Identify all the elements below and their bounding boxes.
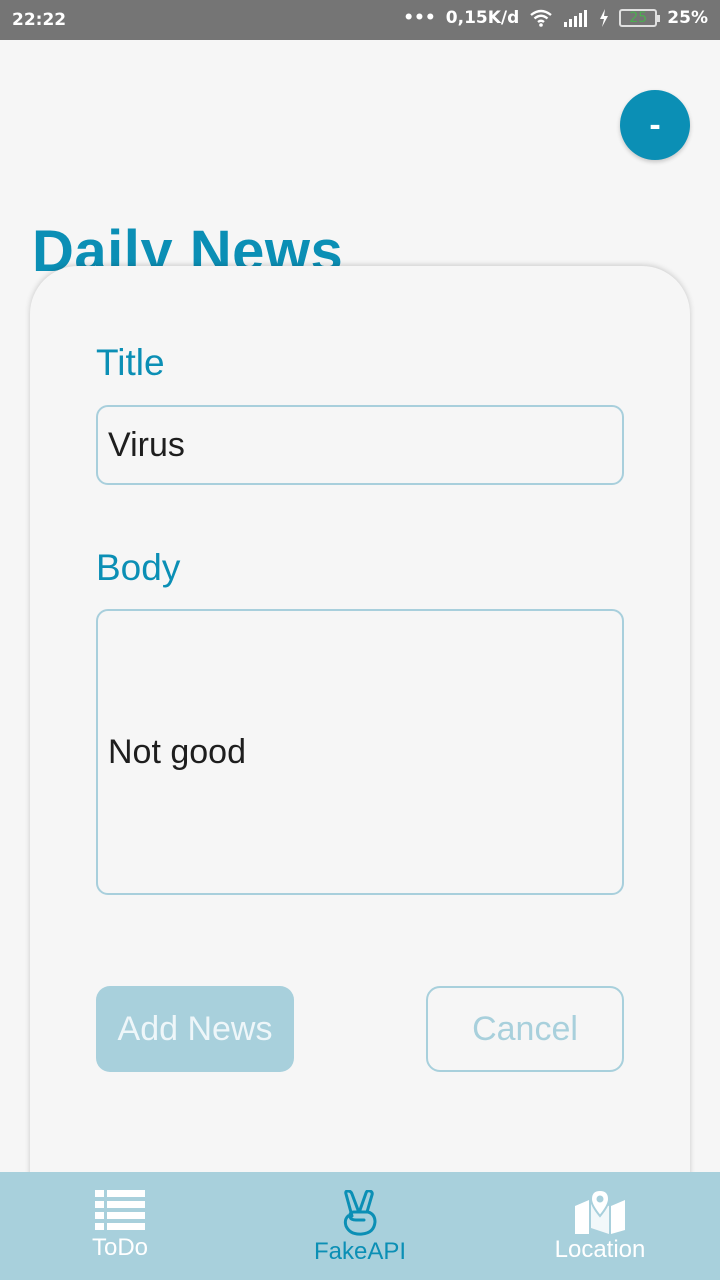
add-news-button[interactable]: Add News xyxy=(96,986,294,1072)
bottom-nav: ToDo FakeAPI Location xyxy=(0,1172,720,1280)
wifi-icon xyxy=(529,9,553,27)
status-bar: 22:22 ••• 0,15K/d 25 25% xyxy=(0,0,720,40)
nav-label-fakeapi: FakeAPI xyxy=(313,1238,407,1265)
nav-label-location: Location xyxy=(554,1236,646,1263)
peace-hand-icon xyxy=(340,1190,380,1238)
more-dots: ••• xyxy=(403,8,436,28)
add-news-card: Title Virus Body Not good Add News Cance… xyxy=(30,266,690,1266)
battery-percent: 25% xyxy=(667,8,708,28)
body-input[interactable]: Not good xyxy=(96,609,624,895)
nav-item-todo[interactable]: ToDo xyxy=(0,1172,240,1280)
nav-item-location[interactable]: Location xyxy=(480,1172,720,1280)
title-input[interactable]: Virus xyxy=(96,405,624,485)
charging-icon xyxy=(599,9,609,27)
map-pin-icon xyxy=(575,1190,625,1236)
cancel-button[interactable]: Cancel xyxy=(426,986,624,1072)
status-time: 22:22 xyxy=(12,10,67,30)
network-speed: 0,15K/d xyxy=(445,8,520,28)
battery-level: 25 xyxy=(629,10,648,26)
nav-label-todo: ToDo xyxy=(91,1234,149,1261)
list-icon xyxy=(95,1190,145,1234)
battery-icon: 25 xyxy=(619,9,661,27)
body-input-value: Not good xyxy=(108,732,246,771)
status-right: ••• 0,15K/d 25 25% xyxy=(403,8,708,28)
nav-item-fakeapi[interactable]: FakeAPI xyxy=(240,1172,480,1280)
title-input-value: Virus xyxy=(108,425,185,464)
body-label: Body xyxy=(96,547,181,588)
collapse-fab-button[interactable]: - xyxy=(620,90,690,160)
signal-icon xyxy=(563,9,589,27)
fab-label: - xyxy=(649,106,661,144)
title-label: Title xyxy=(96,342,165,383)
